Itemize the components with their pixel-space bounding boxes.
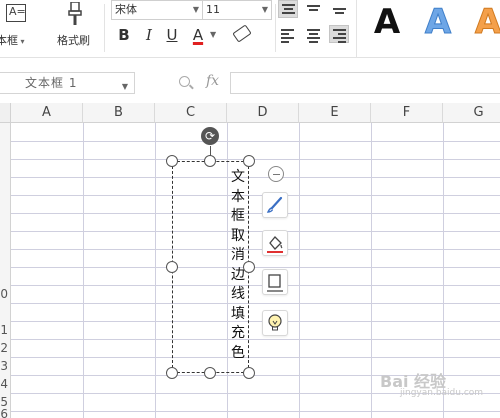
grid-line (11, 285, 500, 286)
ribbon-divider (104, 4, 105, 52)
font-size-select[interactable]: 11 ▼ (202, 0, 272, 20)
align-top-button[interactable] (278, 0, 298, 18)
clear-format-icon[interactable] (232, 24, 252, 43)
wordart-style-blue[interactable]: A (414, 2, 462, 50)
row-number[interactable]: 0 (0, 287, 8, 301)
align-left-button[interactable] (278, 26, 298, 44)
column-header-e[interactable]: E (299, 103, 371, 123)
textbox-button-label: 本框 ▾ (0, 34, 25, 47)
align-bottom-button[interactable] (330, 0, 350, 18)
grid-line (11, 177, 500, 178)
formula-input[interactable] (230, 72, 500, 94)
wordart-style-black[interactable]: A (363, 2, 411, 50)
bulb-icon (268, 314, 282, 331)
grid-line (11, 195, 500, 196)
chevron-down-icon: ▼ (261, 5, 268, 14)
column-header-b[interactable]: B (83, 103, 155, 123)
column-header-g[interactable]: G (443, 103, 500, 123)
align-right-button[interactable] (329, 25, 349, 43)
textbox-button[interactable]: 本框 ▾ (0, 2, 40, 54)
font-color-button[interactable]: A (189, 25, 207, 45)
column-header-a[interactable]: A (11, 103, 83, 123)
fill-button[interactable] (262, 230, 288, 256)
format-painter-label: 格式刷 (57, 34, 90, 47)
grid-line (11, 357, 500, 358)
format-painter-icon (68, 2, 82, 25)
ribbon-toolbar: 本框 ▾ 格式刷 宋体▼ 11▼ B I U A ▼ A A A (0, 0, 500, 58)
grid-line (11, 321, 500, 322)
smart-suggest-button[interactable] (262, 310, 288, 336)
italic-button[interactable]: I (140, 25, 158, 45)
row-number[interactable]: 3 (0, 359, 8, 373)
row-number[interactable]: 2 (0, 341, 8, 355)
ribbon-divider (275, 4, 276, 52)
resize-handle-bottom[interactable] (204, 367, 216, 379)
watermark-url: jingyan.baidu.com (400, 388, 484, 398)
column-header-f[interactable]: F (371, 103, 443, 123)
grid-line (299, 123, 300, 418)
zoom-icon[interactable] (179, 76, 190, 87)
grid-line (11, 249, 500, 250)
chevron-down-icon[interactable]: ▼ (210, 30, 216, 39)
resize-handle-right[interactable] (243, 261, 255, 273)
wordart-style-orange[interactable]: A (464, 2, 500, 50)
grid-line (11, 231, 500, 232)
grid-line (83, 123, 84, 418)
resize-handle-top-right[interactable] (243, 155, 255, 167)
textbox-icon (6, 4, 26, 22)
brush-icon (266, 196, 283, 213)
chevron-down-icon: ▼ (192, 5, 199, 14)
rotate-handle-icon[interactable]: ⟳ (201, 127, 219, 145)
bold-button[interactable]: B (115, 25, 133, 45)
resize-handle-top-left[interactable] (166, 155, 178, 167)
row-number[interactable]: 4 (0, 377, 8, 391)
underline-button[interactable]: U (163, 25, 181, 45)
fx-icon[interactable]: fx (206, 73, 219, 89)
align-center-button[interactable] (304, 26, 324, 44)
grid-line (11, 303, 500, 304)
row-number[interactable]: 1 (0, 323, 8, 337)
row-header-strip[interactable] (0, 123, 11, 418)
grid-line (11, 411, 500, 412)
font-name-select[interactable]: 宋体 ▼ (111, 0, 203, 20)
grid-line (11, 141, 500, 142)
resize-handle-left[interactable] (166, 261, 178, 273)
resize-handle-bottom-left[interactable] (166, 367, 178, 379)
resize-handle-top[interactable] (204, 155, 216, 167)
chevron-down-icon: ▼ (121, 82, 129, 91)
grid-line (155, 123, 156, 418)
grid-line (11, 267, 500, 268)
row-number[interactable]: 6 (0, 407, 8, 418)
collapse-icon[interactable] (268, 166, 284, 182)
grid-line (11, 159, 500, 160)
column-header-c[interactable]: C (155, 103, 227, 123)
fill-icon (267, 236, 283, 253)
formula-bar: 文本框 1 ▼ fx (0, 70, 500, 96)
column-header-d[interactable]: D (227, 103, 299, 123)
align-middle-button[interactable] (304, 0, 324, 18)
resize-handle-bottom-right[interactable] (243, 367, 255, 379)
outline-button[interactable] (262, 269, 288, 295)
outline-icon (267, 274, 283, 292)
format-painter-button[interactable]: 格式刷 (54, 2, 98, 54)
grid-line (371, 123, 372, 418)
grid-line (11, 213, 500, 214)
select-all-corner[interactable] (0, 103, 11, 123)
name-box[interactable]: 文本框 1 ▼ (0, 72, 135, 94)
style-brush-button[interactable] (262, 192, 288, 218)
grid-line (11, 339, 500, 340)
